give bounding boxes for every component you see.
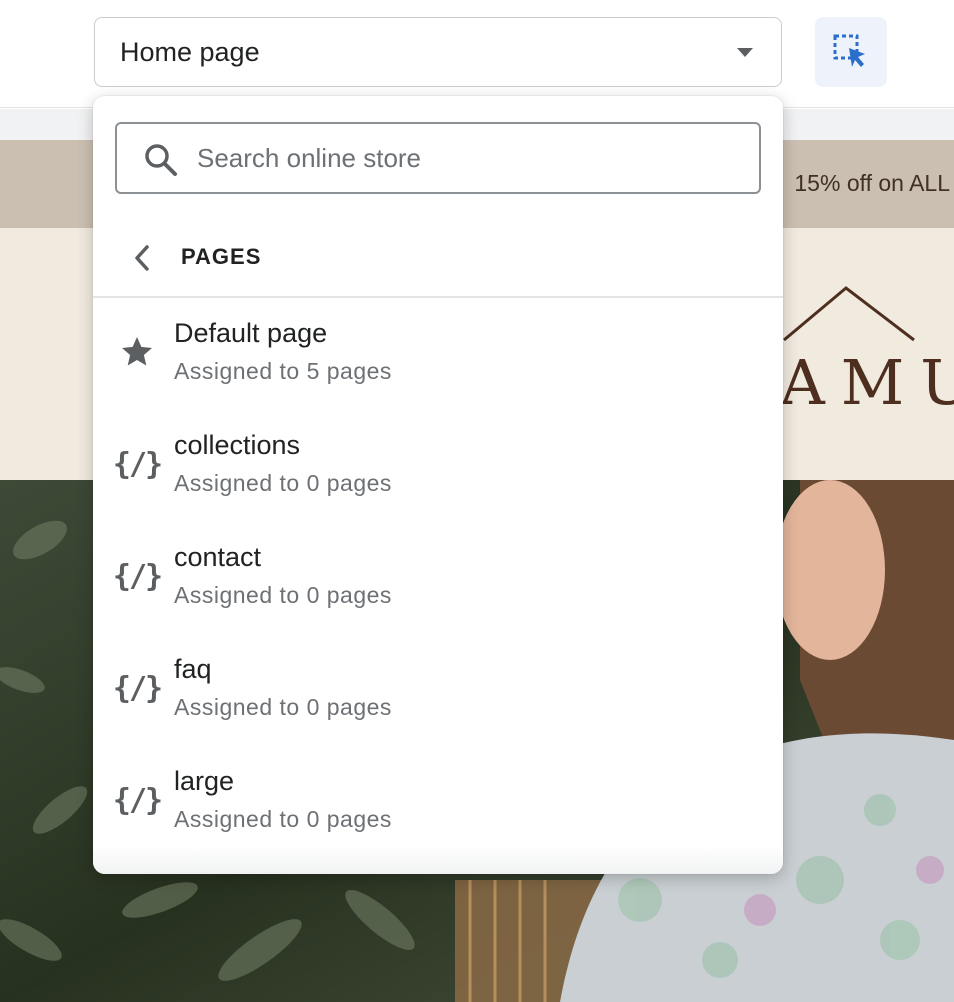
- code-icon-wrap: {/}: [112, 442, 163, 486]
- item-subtitle: Assigned to 0 pages: [174, 694, 392, 720]
- section-title: PAGES: [181, 244, 262, 269]
- item-title: Default page: [174, 318, 328, 348]
- code-icon-wrap: {/}: [112, 554, 163, 598]
- list-item-large[interactable]: {/} large Assigned to 0 pages: [93, 748, 783, 860]
- search-box: [115, 122, 761, 194]
- scroll-fade: [93, 846, 783, 874]
- store-logo: AMU: [780, 284, 954, 434]
- announcement-text: 15% off on ALL: [794, 170, 950, 196]
- code-icon: {/}: [112, 558, 163, 594]
- code-icon: {/}: [112, 782, 163, 818]
- page-select-value: Home page: [120, 36, 260, 67]
- list-item-default-page[interactable]: Default page Assigned to 5 pages: [93, 300, 783, 412]
- item-title: collections: [174, 430, 301, 460]
- code-icon: {/}: [112, 446, 163, 482]
- star-icon-wrap: [115, 330, 159, 374]
- logo-roof-icon: [783, 286, 915, 342]
- star-icon: [122, 337, 152, 366]
- inspect-button[interactable]: [815, 17, 887, 87]
- logo-text: AMU: [780, 346, 954, 419]
- item-subtitle: Assigned to 5 pages: [174, 358, 392, 384]
- template-list: Default page Assigned to 5 pages {/} col…: [93, 300, 783, 860]
- section-header: PAGES: [93, 218, 783, 298]
- item-title: contact: [174, 542, 262, 572]
- search-input[interactable]: [197, 138, 737, 178]
- item-subtitle: Assigned to 0 pages: [174, 470, 392, 496]
- item-title: faq: [174, 654, 212, 684]
- editor-topbar: Home page: [0, 0, 954, 108]
- list-item-faq[interactable]: {/} faq Assigned to 0 pages: [93, 636, 783, 748]
- chevron-left-icon[interactable]: [127, 242, 159, 274]
- item-subtitle: Assigned to 0 pages: [174, 582, 392, 608]
- item-title: large: [174, 766, 235, 796]
- search-icon: [145, 144, 177, 176]
- template-picker-popover: PAGES Default page Assigned to 5 pages {…: [93, 96, 783, 874]
- item-subtitle: Assigned to 0 pages: [174, 806, 392, 832]
- code-icon-wrap: {/}: [112, 666, 163, 710]
- list-item-contact[interactable]: {/} contact Assigned to 0 pages: [93, 524, 783, 636]
- select-cursor-icon: [833, 34, 865, 67]
- code-icon: {/}: [112, 670, 163, 706]
- code-icon-wrap: {/}: [112, 778, 163, 822]
- caret-down-icon: [737, 48, 753, 57]
- list-item-collections[interactable]: {/} collections Assigned to 0 pages: [93, 412, 783, 524]
- page-select[interactable]: Home page: [94, 17, 782, 87]
